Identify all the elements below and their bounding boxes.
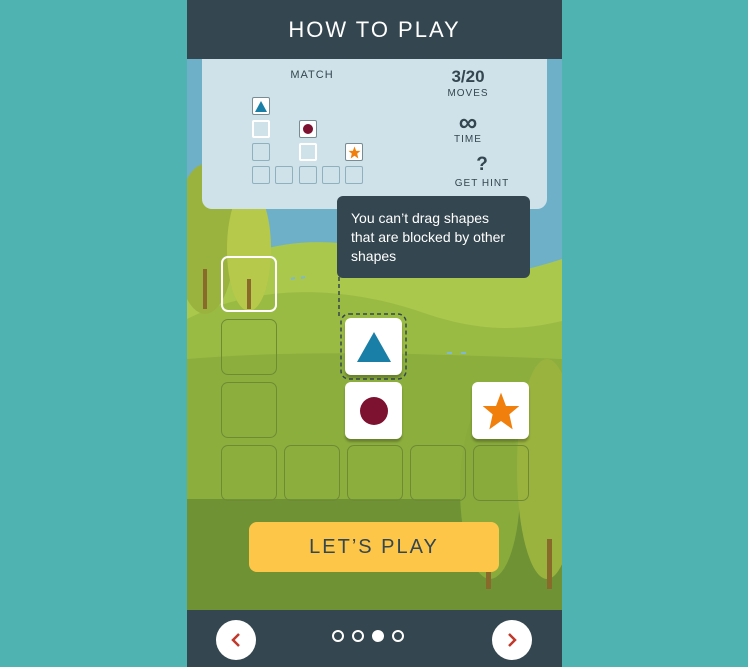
page-dot-2[interactable] xyxy=(352,630,364,642)
question-icon[interactable]: ? xyxy=(452,154,512,176)
page-dot-3-active[interactable] xyxy=(372,630,384,642)
mini-cell xyxy=(345,166,363,184)
mini-triangle-tile xyxy=(252,97,270,115)
prev-button[interactable] xyxy=(216,620,256,660)
mini-cell xyxy=(275,166,293,184)
chevron-right-icon xyxy=(508,633,517,647)
triangle-icon xyxy=(255,100,267,112)
footer-bar xyxy=(187,610,562,667)
moves-value: 3/20 xyxy=(451,67,485,86)
mini-cell xyxy=(322,166,340,184)
header-bar: HOW TO PLAY xyxy=(187,0,562,59)
get-hint-label[interactable]: GET HINT xyxy=(437,178,527,189)
moves-label: MOVES xyxy=(447,88,489,99)
chevron-left-icon xyxy=(231,633,240,647)
circle-icon xyxy=(303,124,313,134)
match-label: MATCH xyxy=(290,69,334,81)
tooltip-text: You can’t drag shapes that are blocked b… xyxy=(351,210,506,264)
mini-cell xyxy=(252,120,270,138)
lets-play-button[interactable]: LET’S PLAY xyxy=(249,522,499,572)
page-dot-1[interactable] xyxy=(332,630,344,642)
mini-star-tile xyxy=(345,143,363,161)
mini-cell xyxy=(252,143,270,161)
lets-play-label: LET’S PLAY xyxy=(309,535,439,558)
mini-cell xyxy=(252,166,270,184)
page-dot-4[interactable] xyxy=(392,630,404,642)
mini-cell xyxy=(299,143,317,161)
mini-cell xyxy=(299,166,317,184)
infinity-icon: ∞ xyxy=(458,107,478,137)
time-label: TIME xyxy=(454,134,482,145)
game-scene: MATCH 3/20 MOVES ∞ TIME ? GET HINT You c… xyxy=(187,59,562,610)
tooltip: You can’t drag shapes that are blocked b… xyxy=(337,196,530,278)
star-icon xyxy=(348,146,360,158)
triangle-tile[interactable] xyxy=(345,318,402,375)
pagination-dots xyxy=(332,630,404,642)
triangle-icon xyxy=(356,331,391,362)
phone-screen: HOW TO PLAY MATCH 3/20 MOVES ∞ TIME ? GE… xyxy=(187,0,562,667)
page-title: HOW TO PLAY xyxy=(288,16,461,42)
goal-panel: MATCH 3/20 MOVES ∞ TIME ? GET HINT xyxy=(202,59,547,209)
mini-circle-tile xyxy=(299,120,317,138)
next-button[interactable] xyxy=(492,620,532,660)
